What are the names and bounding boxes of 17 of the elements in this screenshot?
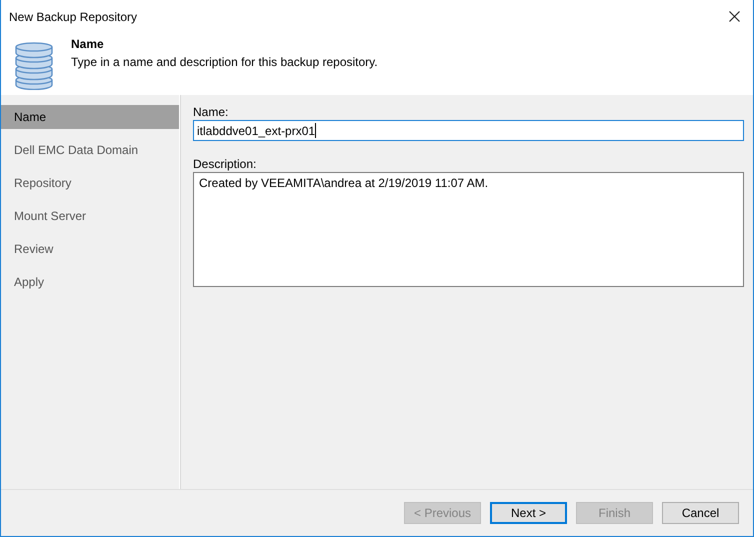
wizard-step[interactable]: Repository	[1, 171, 179, 195]
window-title: New Backup Repository	[9, 10, 138, 24]
database-icon	[15, 42, 53, 90]
wizard-button[interactable]: Cancel	[662, 502, 739, 524]
wizard-step[interactable]: Apply	[1, 270, 179, 294]
wizard-step[interactable]: Dell EMC Data Domain	[1, 138, 179, 162]
close-icon	[728, 11, 740, 22]
page-description: Type in a name and description for this backup repository.	[71, 54, 378, 70]
wizard-step[interactable]: Name	[1, 105, 179, 129]
field-label: Name:	[193, 105, 230, 120]
name-field[interactable]: itlabddve01_ext-prx01	[193, 120, 744, 141]
field-label: Description:	[193, 157, 258, 172]
page-title: Name	[71, 37, 105, 52]
description-field[interactable]: Created by VEEAMITA\andrea at 2/19/2019 11:07 AM.	[193, 172, 744, 287]
wizard-step[interactable]: Review	[1, 237, 179, 261]
wizard-step[interactable]: Mount Server	[1, 204, 179, 228]
wizard-button[interactable]: Next >	[490, 502, 567, 524]
